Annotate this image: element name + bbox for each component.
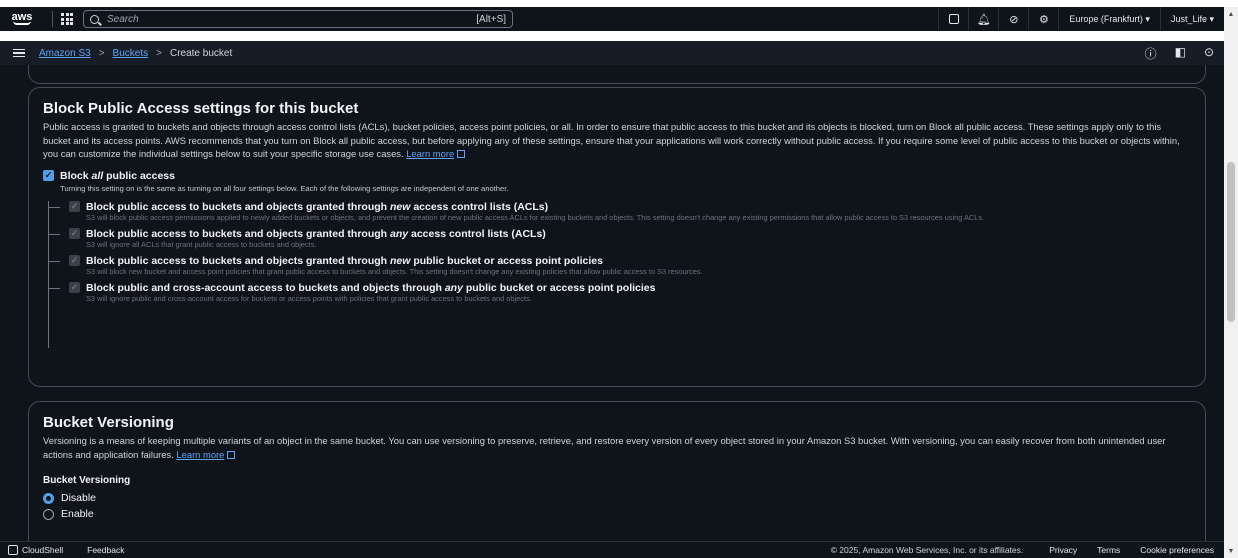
main-content: Block Public Access settings for this bu… — [0, 65, 1224, 541]
account-menu[interactable]: Just_Life ▾ — [1159, 7, 1224, 31]
cloudshell-button[interactable]: CloudShell — [8, 545, 63, 555]
versioning-field-label: Bucket Versioning — [43, 475, 131, 487]
checkbox-disabled-icon: ✓ — [69, 201, 80, 213]
divider — [52, 11, 53, 27]
block-option-new-policies: ✓ Block public access to buckets and obj… — [48, 255, 1191, 277]
block-all-label: Block all public access — [60, 169, 175, 182]
checkbox-disabled-icon: ✓ — [69, 228, 80, 240]
breadcrumb-bar: Amazon S3 > Buckets > Create bucket ⓘ ◧ … — [0, 41, 1224, 65]
top-navigation: aws Search [Alt+S] 🔔︎ ⊘ ⚙ Europe (Frankf… — [0, 7, 1224, 31]
chevron-right-icon: > — [98, 47, 105, 59]
cloudshell-icon[interactable] — [938, 7, 968, 31]
terms-link[interactable]: Terms — [1097, 545, 1120, 555]
search-placeholder: Search — [107, 13, 139, 25]
search-input[interactable]: Search [Alt+S] — [83, 10, 513, 28]
scroll-thumb[interactable] — [1227, 162, 1235, 322]
scroll-down-arrow-icon[interactable]: ▼ — [1224, 544, 1238, 558]
option-label: Block public access to buckets and objec… — [86, 200, 549, 213]
cloudshell-icon — [8, 545, 18, 555]
copyright-text: © 2025, Amazon Web Services, Inc. or its… — [830, 545, 1024, 555]
option-description: S3 will ignore all ACLs that grant publi… — [86, 239, 317, 249]
search-icon — [90, 14, 99, 24]
external-link-icon — [457, 150, 466, 159]
breadcrumb-amazon-s3[interactable]: Amazon S3 — [39, 48, 91, 59]
breadcrumb-actions: ⓘ ◧ ⊙ — [1145, 45, 1214, 62]
block-option-new-acls: ✓ Block public access to buckets and obj… — [48, 201, 1191, 223]
privacy-link[interactable]: Privacy — [1049, 545, 1077, 555]
versioning-disable-radio[interactable]: Disable — [43, 492, 1191, 504]
top-right-controls: 🔔︎ ⊘ ⚙ Europe (Frankfurt) ▾ Just_Life ▾ — [938, 7, 1224, 31]
checkbox-disabled-icon: ✓ — [69, 255, 80, 267]
bucket-versioning-panel: Bucket Versioning Versioning is a means … — [28, 401, 1206, 541]
radio-label: Enable — [61, 508, 94, 521]
panel-title: Block Public Access settings for this bu… — [43, 100, 359, 117]
history-icon[interactable]: ⊙ — [1204, 45, 1214, 62]
previous-panel — [28, 65, 1206, 84]
panel-description: Versioning is a means of keeping multipl… — [43, 435, 1166, 460]
block-all-description: Turning this setting on is the same as t… — [60, 183, 509, 193]
hamburger-menu-icon[interactable] — [13, 48, 25, 58]
radio-unselected-icon[interactable] — [43, 508, 54, 520]
page-scrollbar[interactable]: ▲ ▼ — [1224, 7, 1238, 558]
radio-selected-icon[interactable] — [43, 492, 54, 504]
learn-more-link[interactable]: Learn more — [406, 148, 454, 159]
option-label: Block public access to buckets and objec… — [86, 254, 603, 267]
cloudshell-label: CloudShell — [22, 545, 64, 555]
footer: CloudShell Feedback © 2025, Amazon Web S… — [0, 541, 1224, 558]
breadcrumb-current: Create bucket — [169, 47, 233, 59]
checkbox-disabled-icon: ✓ — [69, 282, 80, 294]
external-link-icon — [227, 450, 236, 459]
scroll-up-arrow-icon[interactable]: ▲ — [1224, 7, 1238, 21]
panel-toggle-icon[interactable]: ◧ — [1175, 45, 1186, 62]
services-grid-icon[interactable] — [61, 13, 73, 25]
info-icon[interactable]: ⓘ — [1145, 45, 1157, 62]
block-option-any-acls: ✓ Block public access to buckets and obj… — [48, 228, 1191, 250]
cookie-preferences-link[interactable]: Cookie preferences — [1140, 545, 1214, 555]
aws-logo-smile — [13, 21, 31, 25]
feedback-link[interactable]: Feedback — [87, 545, 124, 555]
learn-more-link[interactable]: Learn more — [176, 449, 224, 460]
region-selector[interactable]: Europe (Frankfurt) ▾ — [1058, 7, 1160, 31]
breadcrumb-buckets[interactable]: Buckets — [113, 48, 149, 59]
settings-gear-icon[interactable]: ⚙ — [1028, 7, 1058, 31]
aws-logo[interactable]: aws — [0, 12, 44, 25]
panel-description: Public access is granted to buckets and … — [43, 121, 1180, 160]
option-description: S3 will block public access permissions … — [86, 212, 985, 222]
search-shortcut: [Alt+S] — [476, 13, 506, 25]
option-description: S3 will ignore public and cross-account … — [86, 293, 532, 303]
block-all-public-access-checkbox[interactable]: ✓ Block all public access — [43, 170, 1191, 182]
block-public-access-panel: Block Public Access settings for this bu… — [28, 87, 1206, 387]
chevron-right-icon: > — [156, 47, 162, 59]
option-label: Block public access to buckets and objec… — [86, 227, 546, 240]
help-icon[interactable]: ⊘ — [998, 7, 1028, 31]
panel-title: Bucket Versioning — [43, 414, 174, 431]
versioning-enable-radio[interactable]: Enable — [43, 508, 1191, 520]
notifications-bell-icon[interactable]: 🔔︎ — [968, 7, 998, 31]
checkbox-checked-icon[interactable]: ✓ — [43, 170, 54, 182]
block-option-any-policies: ✓ Block public and cross-account access … — [48, 282, 1191, 304]
block-options-list: ✓ Block public access to buckets and obj… — [48, 200, 1191, 348]
radio-label: Disable — [61, 492, 97, 505]
option-label: Block public and cross-account access to… — [86, 281, 656, 294]
option-description: S3 will block new bucket and access poin… — [86, 266, 703, 276]
